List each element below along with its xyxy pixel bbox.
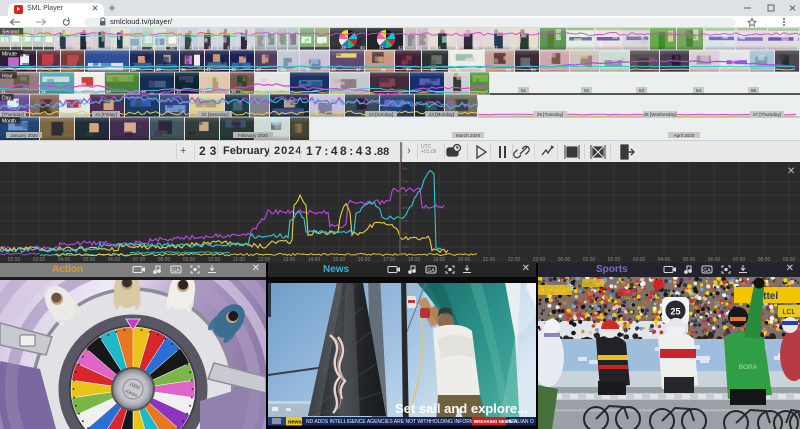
svg-text:39: 39 bbox=[156, 67, 161, 72]
svg-text:Hour: Hour bbox=[2, 73, 13, 79]
svg-text:Month: Month bbox=[2, 118, 16, 124]
svg-text:January 2020: January 2020 bbox=[10, 133, 38, 138]
svg-text:Day: Day bbox=[2, 95, 11, 101]
svg-text:Minute: Minute bbox=[2, 51, 17, 57]
svg-text:34: 34 bbox=[56, 45, 61, 50]
svg-text:51: 51 bbox=[456, 67, 461, 72]
svg-text:40: 40 bbox=[170, 45, 175, 50]
svg-text:43: 43 bbox=[417, 45, 422, 50]
svg-text:6%: 6% bbox=[403, 193, 408, 197]
svg-text:16: 16 bbox=[176, 89, 181, 94]
svg-text:✕: ✕ bbox=[787, 166, 795, 177]
svg-text:17: 17 bbox=[201, 89, 206, 94]
svg-text:April 2020: April 2020 bbox=[674, 133, 695, 138]
svg-text:40: 40 bbox=[181, 67, 186, 72]
svg-text:44: 44 bbox=[281, 67, 286, 72]
svg-text:27 [Thursday]: 27 [Thursday] bbox=[753, 112, 781, 117]
svg-text:15: 15 bbox=[141, 89, 146, 94]
svg-text:53: 53 bbox=[506, 67, 511, 72]
svg-text:2%: 2% bbox=[403, 245, 408, 249]
svg-text:21 [Friday]: 21 [Friday] bbox=[95, 112, 117, 117]
svg-text:5%: 5% bbox=[403, 206, 408, 210]
svg-text:41: 41 bbox=[379, 45, 384, 50]
svg-text:23 [Sunday]: 23 [Sunday] bbox=[369, 112, 394, 117]
svg-text:41: 41 bbox=[189, 45, 194, 50]
svg-text:18: 18 bbox=[231, 89, 236, 94]
svg-text:53: 53 bbox=[639, 88, 645, 93]
svg-text:42: 42 bbox=[231, 67, 236, 72]
svg-text:BREAKING NEWS: BREAKING NEWS bbox=[474, 419, 512, 424]
svg-text:46: 46 bbox=[331, 67, 336, 72]
svg-text:48: 48 bbox=[381, 67, 386, 72]
svg-text:38: 38 bbox=[132, 45, 137, 50]
svg-text:40: 40 bbox=[360, 45, 365, 50]
svg-text:22 [Saturday]: 22 [Saturday] bbox=[201, 112, 228, 117]
svg-text:34: 34 bbox=[436, 45, 441, 50]
svg-text:54: 54 bbox=[696, 88, 702, 93]
svg-text:12: 12 bbox=[41, 89, 46, 94]
svg-text:February 2020: February 2020 bbox=[238, 133, 268, 138]
svg-text:42: 42 bbox=[208, 45, 213, 50]
svg-text:39: 39 bbox=[151, 45, 156, 50]
svg-text:13: 13 bbox=[76, 89, 81, 94]
svg-text:52: 52 bbox=[584, 88, 590, 93]
svg-text:25 [Tuesday]: 25 [Tuesday] bbox=[537, 112, 563, 117]
svg-text:7%: 7% bbox=[403, 180, 408, 184]
svg-text:36: 36 bbox=[94, 45, 99, 50]
svg-text:39: 39 bbox=[531, 45, 536, 50]
svg-text:24 [Monday]: 24 [Monday] bbox=[429, 112, 454, 117]
svg-text:3%: 3% bbox=[403, 232, 408, 236]
svg-text:35: 35 bbox=[75, 45, 80, 50]
svg-text:14: 14 bbox=[106, 89, 111, 94]
svg-text:51: 51 bbox=[521, 88, 527, 93]
svg-text:Set sail and explore...: Set sail and explore... bbox=[395, 401, 528, 416]
svg-text:55: 55 bbox=[751, 88, 757, 93]
svg-text:49: 49 bbox=[406, 67, 411, 72]
svg-text:March 2020: March 2020 bbox=[456, 133, 481, 138]
svg-text:ITALIAN O: ITALIAN O bbox=[510, 419, 534, 425]
svg-text:Second: Second bbox=[2, 29, 19, 35]
svg-text:43: 43 bbox=[227, 45, 232, 50]
svg-text:54: 54 bbox=[531, 67, 536, 72]
svg-text:39: 39 bbox=[341, 45, 346, 50]
svg-text:26 [Wednesday]: 26 [Wednesday] bbox=[643, 112, 676, 117]
svg-text:42: 42 bbox=[398, 45, 403, 50]
svg-text:BORA: BORA bbox=[739, 364, 758, 371]
svg-text:34: 34 bbox=[246, 45, 251, 50]
svg-text:GA: GA bbox=[703, 268, 711, 274]
svg-text:36: 36 bbox=[474, 45, 479, 50]
svg-text:37: 37 bbox=[493, 45, 498, 50]
svg-text:25: 25 bbox=[670, 307, 680, 317]
svg-text:[Thursday]: [Thursday] bbox=[2, 112, 24, 117]
svg-text:45: 45 bbox=[306, 67, 311, 72]
svg-text:38: 38 bbox=[131, 67, 136, 72]
svg-text:41: 41 bbox=[206, 67, 211, 72]
svg-text:35: 35 bbox=[455, 45, 460, 50]
svg-text:11: 11 bbox=[1, 89, 6, 94]
svg-text:52: 52 bbox=[481, 67, 486, 72]
svg-text:47: 47 bbox=[356, 67, 361, 72]
svg-text:38: 38 bbox=[512, 45, 517, 50]
svg-text:43: 43 bbox=[256, 67, 261, 72]
svg-text:37: 37 bbox=[113, 45, 118, 50]
svg-text:GA: GA bbox=[172, 268, 180, 274]
svg-text:LCL: LCL bbox=[783, 309, 796, 316]
svg-text:GA: GA bbox=[427, 268, 435, 274]
svg-text:4%: 4% bbox=[403, 219, 408, 223]
svg-text:news: news bbox=[288, 420, 302, 426]
svg-text:50: 50 bbox=[431, 67, 436, 72]
svg-text:8%: 8% bbox=[403, 167, 408, 171]
